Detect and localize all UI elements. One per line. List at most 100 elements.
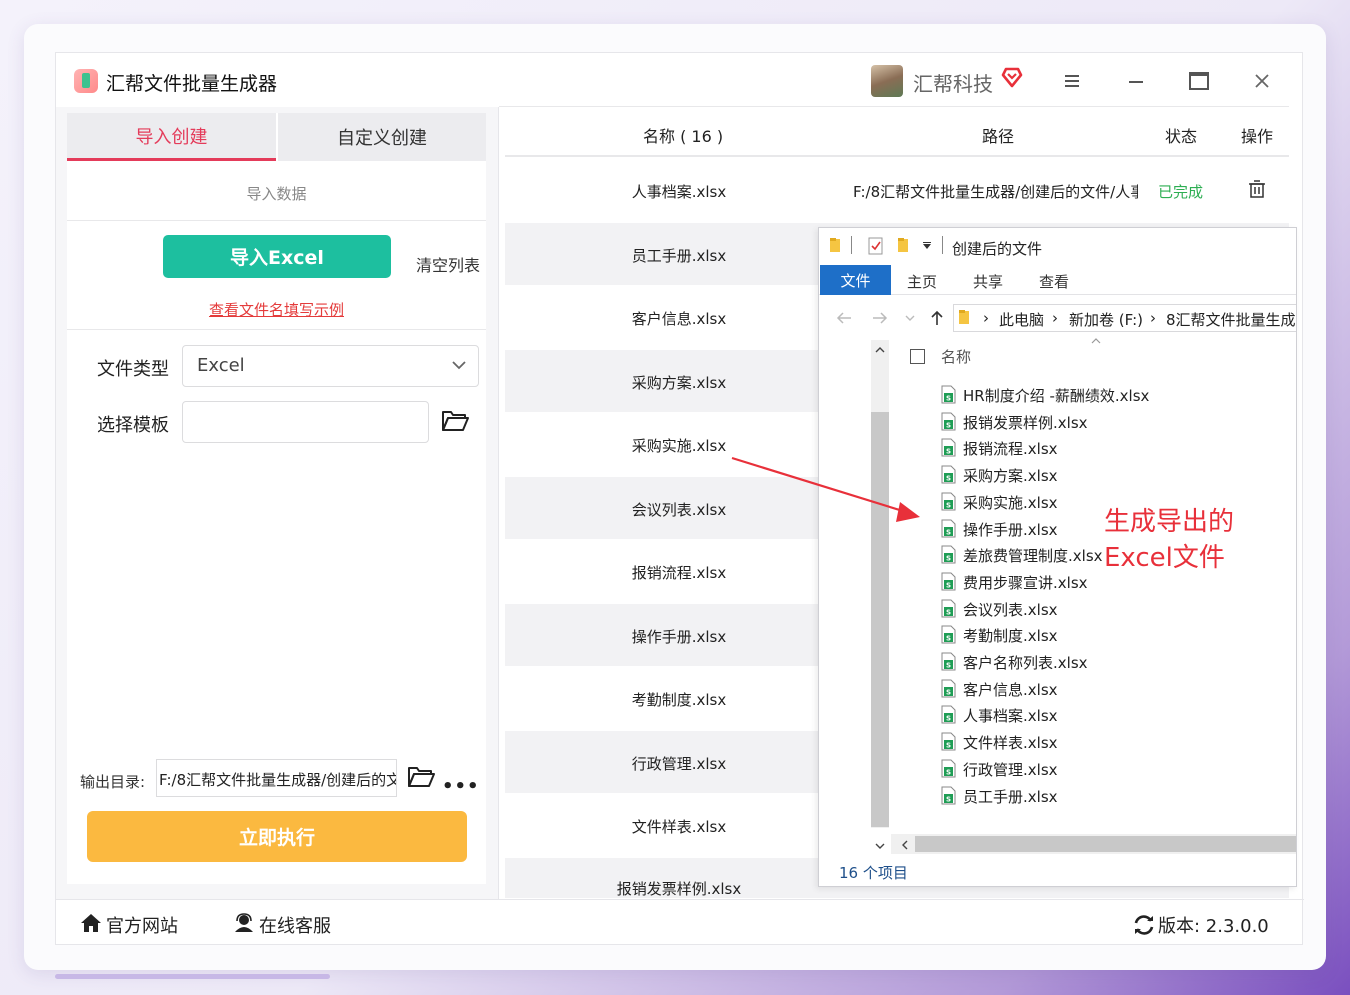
up-arrow-icon[interactable] [930, 310, 944, 326]
title-bar: 汇帮文件批量生成器 汇帮科技 [56, 53, 1304, 107]
explorer-address-bar: › 此电脑 › 新加卷 (F:) › 8汇帮文件批量生成 [819, 300, 1296, 336]
footer-bar: 官方网站 在线客服 版本: 2.3.0.0 [56, 899, 1304, 945]
address-segment[interactable]: 新加卷 (F:) [1069, 309, 1143, 330]
svg-text:S: S [946, 795, 951, 803]
close-icon[interactable] [1248, 67, 1276, 95]
folder-icon [959, 310, 969, 324]
select-all-checkbox[interactable] [910, 349, 925, 364]
refresh-icon[interactable] [1133, 915, 1155, 935]
example-link[interactable]: 查看文件名填写示例 [67, 299, 486, 320]
xlsx-file-icon: S [941, 572, 956, 591]
ribbon-tab-view[interactable]: 查看 [1039, 271, 1069, 292]
explorer-name-column[interactable]: 名称 [941, 346, 971, 367]
scroll-up-icon[interactable] [874, 346, 886, 354]
template-input[interactable] [182, 401, 429, 443]
tab-custom-create[interactable]: 自定义创建 [278, 113, 486, 161]
ribbon-tab-file[interactable]: 文件 [820, 265, 891, 295]
output-dir-input[interactable]: F:/8汇帮文件批量生成器/创建后的文件 [156, 759, 397, 797]
menu-icon[interactable] [1058, 67, 1086, 95]
explorer-file-name: 客户名称列表.xlsx [963, 654, 1088, 672]
svg-text:S: S [946, 608, 951, 616]
sort-up-icon [1091, 338, 1101, 344]
xlsx-file-icon: S [941, 679, 956, 698]
output-dir-label: 输出目录: [80, 773, 146, 791]
official-website-link[interactable]: 官方网站 [106, 912, 178, 938]
xlsx-file-icon: S [941, 599, 956, 618]
ribbon-tab-home[interactable]: 主页 [907, 271, 937, 292]
xlsx-file-icon: S [941, 545, 956, 564]
xlsx-file-icon: S [941, 438, 956, 457]
folder-icon [830, 238, 840, 252]
version-label: 版本: 2.3.0.0 [1158, 916, 1269, 937]
forward-arrow-icon[interactable] [872, 311, 888, 325]
properties-check-icon[interactable] [868, 237, 884, 255]
scroll-left-icon[interactable] [901, 839, 909, 851]
row-name: 采购方案.xlsx [631, 374, 727, 392]
scroll-down-icon[interactable] [874, 842, 886, 850]
customer-service-icon [235, 913, 253, 932]
new-folder-icon[interactable] [897, 237, 911, 253]
file-table-header: 名称 ( 16 ) 路径 状态 操作 [505, 109, 1289, 157]
xlsx-file-icon: S [941, 465, 956, 484]
folder-open-icon[interactable] [407, 765, 435, 789]
row-name: 人事档案.xlsx [631, 183, 727, 201]
row-name: 行政管理.xlsx [631, 755, 727, 773]
run-now-button[interactable]: 立即执行 [87, 811, 467, 862]
row-name: 报销流程.xlsx [631, 564, 727, 582]
explorer-file-name: HR制度介绍 -薪酬绩效.xlsx [963, 387, 1150, 405]
chevron-right-icon: › [1150, 309, 1156, 327]
vip-heart-icon[interactable] [1000, 65, 1024, 89]
recent-dropdown-icon[interactable] [905, 314, 915, 322]
ribbon-tab-share[interactable]: 共享 [973, 271, 1003, 292]
brand-name: 汇帮科技 [913, 72, 993, 96]
explorer-file-name: 差旅费管理制度.xlsx [963, 547, 1103, 566]
chevron-down-icon [452, 361, 466, 370]
xlsx-file-icon: S [941, 519, 956, 537]
file-type-value: Excel [197, 355, 245, 376]
explorer-file-name: 报销发票样例.xlsx [963, 413, 1088, 432]
address-segment[interactable]: 8汇帮文件批量生成 [1166, 309, 1296, 330]
back-arrow-icon[interactable] [836, 311, 852, 325]
col-status-header: 状态 [1165, 127, 1198, 146]
explorer-file-name: 费用步骤宣讲.xlsx [963, 573, 1088, 592]
file-type-select[interactable]: Excel [182, 345, 479, 387]
folder-open-icon[interactable] [441, 409, 469, 433]
left-panel-card: 导入创建 自定义创建 导入数据 导入Excel 清空列表 查看文件名填写示例 文… [67, 113, 486, 884]
xlsx-file-icon: S [941, 786, 956, 804]
tab-import-create[interactable]: 导入创建 [67, 113, 276, 161]
row-path: F:/8汇帮文件批量生成器/创建后的文件/人事 [853, 183, 1138, 201]
svg-text:S: S [946, 501, 951, 509]
import-excel-button[interactable]: 导入Excel [163, 235, 391, 278]
address-segment[interactable]: 此电脑 [999, 309, 1044, 330]
row-name: 操作手册.xlsx [631, 628, 727, 646]
more-options-icon[interactable]: ••• [442, 776, 480, 797]
explorer-ribbon: 文件 主页 共享 查看 [819, 265, 1296, 295]
quick-access-dropdown-icon[interactable] [922, 242, 932, 250]
table-row[interactable]: 人事档案.xlsx F:/8汇帮文件批量生成器/创建后的文件/人事 已完成 [505, 159, 1289, 221]
minimize-icon[interactable] [1122, 67, 1150, 95]
maximize-icon[interactable] [1185, 67, 1213, 95]
xlsx-file-icon: S [941, 625, 956, 644]
trash-icon[interactable] [1247, 179, 1267, 199]
explorer-file-name: 考勤制度.xlsx [963, 627, 1058, 646]
svg-text:S: S [946, 528, 951, 536]
xlsx-file-icon: S [941, 385, 956, 404]
explorer-file-name: 会议列表.xlsx [963, 600, 1058, 619]
horizontal-scroll-thumb[interactable] [915, 836, 1296, 852]
svg-text:S: S [946, 715, 951, 723]
online-support-link[interactable]: 在线客服 [259, 912, 331, 938]
xlsx-file-icon: S [941, 759, 956, 778]
divider [67, 220, 486, 221]
chevron-right-icon: › [1052, 309, 1058, 327]
clear-list-link[interactable]: 清空列表 [416, 252, 480, 276]
col-name-header: 名称 ( 16 ) [643, 127, 724, 146]
svg-text:S: S [946, 555, 951, 563]
svg-text:S: S [946, 448, 951, 456]
user-avatar[interactable] [871, 65, 903, 97]
annotation-arrow [731, 456, 920, 522]
explorer-file-name: 采购方案.xlsx [963, 467, 1058, 486]
row-name: 员工手册.xlsx [631, 247, 727, 265]
row-status: 已完成 [1158, 183, 1204, 201]
chevron-right-icon: › [983, 309, 989, 327]
svg-text:S: S [946, 742, 951, 750]
